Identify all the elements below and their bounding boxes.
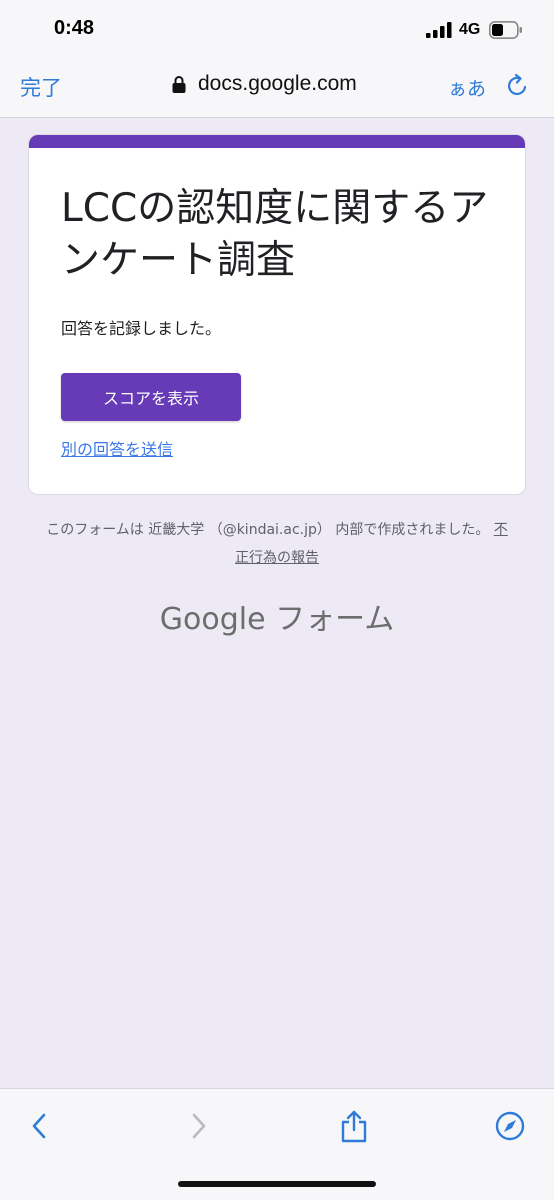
response-card: LCCの認知度に関するアンケート調査 回答を記録しました。 スコアを表示 別の回… bbox=[28, 134, 526, 495]
google-forms-logo[interactable]: Google フォーム bbox=[0, 594, 554, 638]
view-score-button[interactable]: スコアを表示 bbox=[61, 373, 241, 421]
submit-another-response-link[interactable]: 別の回答を送信 bbox=[61, 436, 173, 460]
forward-icon[interactable] bbox=[182, 1109, 214, 1143]
back-icon[interactable] bbox=[24, 1109, 56, 1143]
reload-icon[interactable] bbox=[506, 72, 530, 98]
page-content: LCCの認知度に関するアンケート調査 回答を記録しました。 スコアを表示 別の回… bbox=[0, 118, 554, 1088]
status-time: 0:48 bbox=[54, 17, 95, 39]
url-display[interactable]: docs.google.com bbox=[172, 72, 357, 96]
cellular-signal-icon bbox=[426, 22, 452, 38]
home-indicator bbox=[178, 1181, 376, 1187]
share-icon[interactable] bbox=[338, 1109, 370, 1143]
browser-nav-bar: 完了 docs.google.com ぁあ bbox=[0, 60, 554, 118]
lock-icon bbox=[172, 76, 186, 93]
footer-note-text: このフォームは 近畿大学 （@kindai.ac.jp） 内部で作成されました。 bbox=[46, 522, 490, 538]
compass-icon[interactable] bbox=[494, 1109, 526, 1143]
footer-note: このフォームは 近畿大学 （@kindai.ac.jp） 内部で作成されました。… bbox=[40, 516, 514, 572]
card-accent-bar bbox=[29, 135, 525, 148]
form-title: LCCの認知度に関するアンケート調査 bbox=[61, 186, 489, 283]
text-size-button[interactable]: ぁあ bbox=[448, 74, 486, 101]
done-button[interactable]: 完了 bbox=[20, 72, 62, 102]
confirmation-message: 回答を記録しました。 bbox=[61, 319, 222, 338]
status-bar: 0:48 4G bbox=[0, 0, 554, 60]
battery-icon bbox=[489, 21, 522, 39]
network-type: 4G bbox=[459, 21, 481, 38]
url-text: docs.google.com bbox=[198, 72, 357, 95]
